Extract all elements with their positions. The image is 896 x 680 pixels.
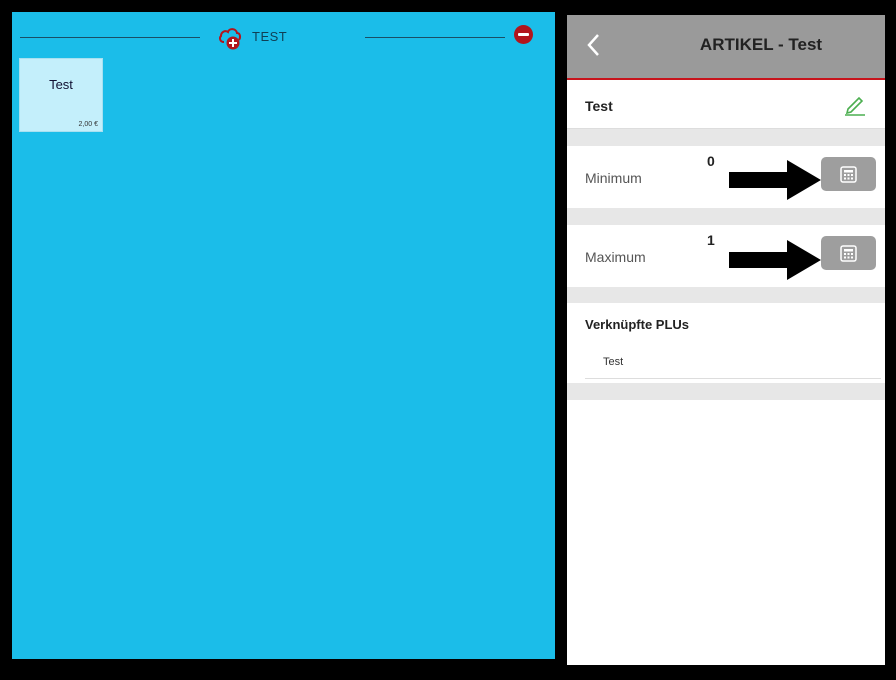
edit-pencil-icon[interactable] — [843, 92, 867, 116]
articles-panel: TEST Test 2,00 € — [12, 12, 555, 659]
header-divider-right — [365, 37, 505, 38]
detail-header: ARTIKEL - Test — [567, 15, 885, 80]
minimum-calculator-button[interactable] — [821, 157, 876, 191]
calculator-icon — [840, 166, 857, 183]
separator — [567, 129, 885, 146]
linked-plus-title: Verknüpfte PLUs — [585, 317, 690, 332]
cloud-plus-icon[interactable] — [217, 25, 243, 51]
back-icon[interactable] — [583, 31, 607, 59]
maximum-row: Maximum 1 — [567, 225, 885, 287]
minimum-value: 0 — [707, 153, 715, 169]
minimum-label: Minimum — [585, 170, 642, 186]
plu-item-label: Test — [603, 356, 624, 368]
separator — [567, 287, 885, 303]
arrow-icon — [729, 240, 821, 280]
article-name-row: Test — [567, 80, 885, 129]
header-divider-left — [20, 37, 200, 38]
calculator-icon — [840, 245, 857, 262]
list-item[interactable]: Test — [585, 351, 881, 379]
article-tile[interactable]: Test 2,00 € — [19, 58, 103, 132]
group-title: TEST — [252, 29, 288, 44]
article-tile-name: Test — [49, 77, 73, 92]
separator — [567, 383, 885, 400]
article-name: Test — [585, 98, 613, 114]
article-tile-price: 2,00 € — [78, 121, 98, 128]
maximum-label: Maximum — [585, 249, 646, 265]
minimum-row: Minimum 0 — [567, 146, 885, 208]
separator — [567, 208, 885, 225]
maximum-calculator-button[interactable] — [821, 236, 876, 270]
article-detail-panel: ARTIKEL - Test Test Minimum 0 Maximum 1 … — [567, 15, 885, 665]
arrow-icon — [729, 160, 821, 200]
detail-title: ARTIKEL - Test — [699, 35, 823, 54]
remove-icon[interactable] — [514, 25, 533, 44]
linked-plus-section: Verknüpfte PLUs Test — [567, 303, 885, 379]
maximum-value: 1 — [707, 232, 715, 248]
